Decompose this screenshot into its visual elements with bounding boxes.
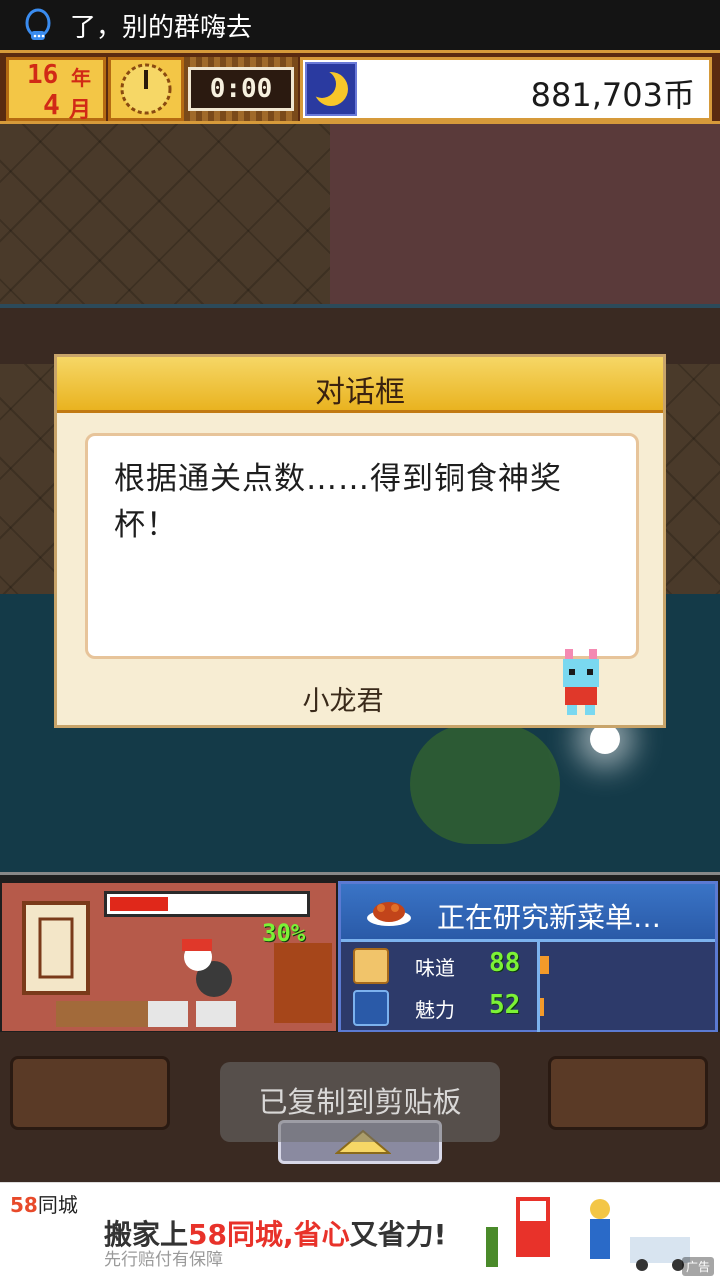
research-progress-fill	[110, 897, 168, 911]
stat-row-charm: 魅力 52	[349, 988, 709, 1028]
stat-label: 魅力	[415, 998, 455, 1022]
dish-icon	[367, 902, 411, 926]
research-progress-bar	[104, 891, 310, 917]
stat-divider	[537, 942, 540, 1032]
little-dragon-portrait-icon	[563, 649, 599, 715]
tree-sprite	[410, 724, 560, 844]
research-header: 正在研究新菜单…	[341, 884, 715, 942]
dialog-title: 对话框	[315, 375, 405, 410]
notification-text: 了，别的群嗨去	[70, 12, 253, 43]
year-value: 16	[27, 60, 59, 90]
research-panel[interactable]: 正在研究新菜单… 味道 88 魅力 52	[338, 881, 718, 1033]
qq-notification-icon	[25, 8, 51, 40]
dialog-message: 根据通关点数……得到铜食神奖杯！	[85, 433, 639, 659]
time-display: 0:00	[188, 67, 294, 111]
research-progress-percent: 30%	[262, 919, 306, 947]
dialog-speaker-name: 小龙君	[302, 686, 384, 717]
left-menu-button[interactable]	[10, 1056, 170, 1130]
ad-subtitle: 先行赔付有保障	[104, 1250, 223, 1270]
ad-brand-logo: 58同城	[10, 1189, 78, 1218]
money-value: 881,703币	[530, 76, 695, 114]
status-bar: 了，别的群嗨去	[0, 0, 720, 50]
ad-brand-text: 同城	[37, 1193, 78, 1217]
ad-banner[interactable]: 58同城 搬家上58同城,省心又省力! 先行赔付有保障 广告	[0, 1182, 720, 1280]
ad-headline-suffix: 又省力!	[349, 1218, 447, 1251]
street-lamp-light	[590, 724, 620, 754]
research-title: 正在研究新菜单…	[437, 901, 662, 934]
stat-row-taste: 味道 88	[349, 946, 709, 986]
kitchen-panel: 30% 正在研究新菜单… 味道 88 魅力 52	[0, 872, 720, 1033]
taste-face-icon	[353, 948, 389, 984]
ad-tag-label: 广告	[681, 1257, 714, 1276]
top-hud: 16 年 4 月 0:00 881,703币	[0, 50, 720, 124]
bottom-controls: 已复制到剪贴板	[0, 1032, 720, 1182]
stat-value: 88	[489, 948, 521, 978]
year-unit: 年	[71, 66, 91, 90]
ad-brand-number: 58	[10, 1193, 38, 1217]
month-unit: 月	[69, 98, 92, 123]
stat-bar	[539, 956, 549, 974]
clock-icon	[120, 63, 172, 115]
month-value: 4	[43, 88, 60, 121]
money-display: 881,703币	[300, 57, 712, 121]
charm-dish-icon	[353, 990, 389, 1026]
dialog-box[interactable]: 对话框 根据通关点数……得到铜食神奖杯！ 小龙君	[54, 354, 666, 728]
right-menu-button[interactable]	[548, 1056, 708, 1130]
ad-moving-illustration	[486, 1197, 690, 1271]
stat-label: 味道	[415, 956, 455, 980]
clock-display	[108, 57, 184, 121]
dialog-header: 对话框	[57, 357, 663, 413]
night-moon-icon	[305, 62, 357, 116]
clipboard-toast: 已复制到剪贴板	[220, 1062, 500, 1142]
stat-value: 52	[489, 990, 521, 1020]
date-display: 16 年 4 月	[6, 57, 106, 123]
